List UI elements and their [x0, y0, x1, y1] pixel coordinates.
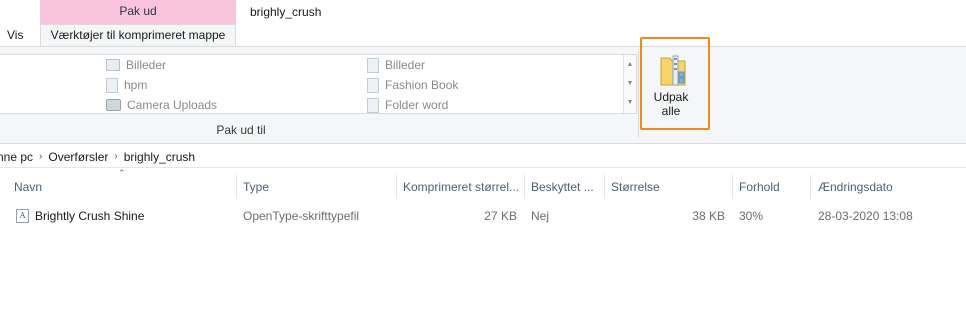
document-icon: [367, 97, 379, 113]
expand-gallery-icon[interactable]: ▼: [624, 93, 636, 112]
zip-folder-icon: [660, 55, 686, 86]
column-divider[interactable]: [236, 175, 237, 199]
column-header-type[interactable]: Type: [243, 175, 393, 199]
cell-compressed-size: 27 KB: [484, 209, 517, 223]
column-header-ratio[interactable]: Forhold: [739, 175, 807, 199]
column-header-name[interactable]: Navn: [14, 175, 234, 199]
column-divider[interactable]: [732, 175, 733, 199]
extract-all-label-line2: alle: [661, 104, 681, 118]
font-file-icon: A: [16, 209, 29, 223]
breadcrumb-this-pc[interactable]: nne pc: [0, 150, 36, 164]
extract-all-label: Udpak alle: [646, 90, 696, 118]
gallery-item-billeder-2[interactable]: Billeder: [367, 56, 425, 74]
cell-protected: Nej: [531, 209, 550, 223]
cell-ratio: 30%: [739, 209, 764, 223]
context-tab-header: Pak ud: [40, 0, 236, 24]
column-header-protected[interactable]: Beskyttet ...: [531, 175, 603, 199]
address-bar[interactable]: nne pc › Overførsler › brighly_crush: [0, 146, 966, 168]
gallery-item-fashion-book[interactable]: Fashion Book: [367, 76, 458, 94]
gallery-item-hpm[interactable]: hpm: [106, 76, 147, 94]
extract-all-label-line1: Udpak: [653, 90, 689, 104]
pictures-folder-icon: [106, 59, 120, 71]
cell-name: Brightly Crush Shine: [35, 209, 145, 223]
gallery-item-camera-uploads[interactable]: Camera Uploads: [106, 96, 217, 114]
breadcrumb-separator-icon[interactable]: ›: [111, 151, 120, 162]
tab-vis[interactable]: Vis: [0, 24, 40, 46]
document-icon: [106, 77, 118, 93]
column-header-modified[interactable]: Ændringsdato: [818, 175, 958, 199]
scroll-down-icon[interactable]: ▼: [624, 74, 636, 93]
column-divider[interactable]: [604, 175, 605, 199]
cell-type: OpenType-skrifttypefil: [243, 209, 360, 223]
ribbon: Billeder hpm Camera Uploads Billeder Fas…: [0, 46, 966, 144]
gallery-item-label: Billeder: [385, 58, 426, 72]
gallery-item-label: hpm: [124, 78, 148, 92]
window-title: brighly_crush: [250, 5, 322, 19]
gallery-item-label: Folder word: [385, 98, 449, 112]
breadcrumb-separator-icon[interactable]: ›: [36, 151, 45, 162]
camera-folder-icon: [106, 99, 121, 111]
scroll-up-icon[interactable]: ▲: [624, 55, 636, 74]
gallery-item-billeder-1[interactable]: Billeder: [106, 56, 166, 74]
group-divider: [638, 51, 639, 137]
group-label-extract-to: Pak ud til: [216, 123, 266, 137]
cell-modified: 28-03-2020 13:08: [818, 209, 913, 223]
document-icon: [367, 57, 379, 73]
table-row[interactable]: A Brightly Crush Shine OpenType-skriftty…: [0, 205, 966, 227]
document-icon: [367, 77, 379, 93]
gallery-item-label: Billeder: [126, 58, 167, 72]
tab-compressed-folder-tools[interactable]: Værktøjer til komprimeret mappe: [40, 24, 236, 47]
gallery-item-label: Camera Uploads: [127, 98, 218, 112]
context-tab-header-label: Pak ud: [119, 4, 157, 18]
breadcrumb-downloads[interactable]: Overførsler: [45, 150, 111, 164]
column-divider[interactable]: [524, 175, 525, 199]
cell-size: 38 KB: [692, 209, 725, 223]
column-divider[interactable]: [810, 175, 811, 199]
column-divider[interactable]: [396, 175, 397, 199]
extract-all-button[interactable]: Udpak alle: [646, 48, 696, 126]
extract-to-gallery: Billeder hpm Camera Uploads Billeder Fas…: [0, 54, 637, 114]
gallery-item-label: Fashion Book: [385, 78, 459, 92]
breadcrumb-current-folder[interactable]: brighly_crush: [121, 150, 198, 164]
column-header-compressed-size[interactable]: Komprimeret størrel...: [403, 175, 523, 199]
column-header-size[interactable]: Størrelse: [611, 175, 721, 199]
gallery-item-folder-word[interactable]: Folder word: [367, 96, 448, 114]
gallery-scrollbar[interactable]: ▲ ▼ ▼: [623, 55, 636, 113]
